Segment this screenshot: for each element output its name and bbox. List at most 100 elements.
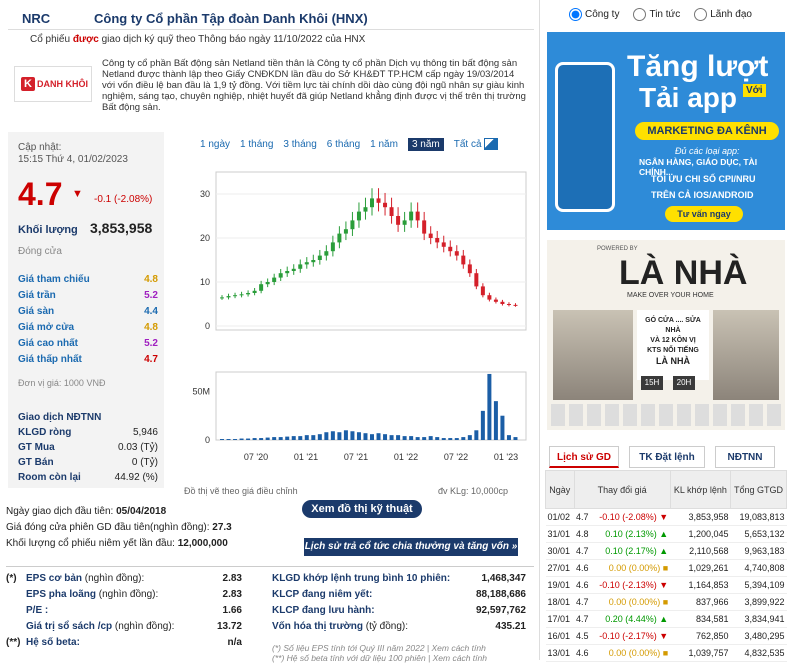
fin-right-row: KLCP đang lưu hành: 92,597,762	[272, 605, 526, 616]
volume-bar	[409, 436, 414, 440]
arrow-up-icon: ▲	[656, 529, 669, 539]
col-header: KL khớp lệnh	[669, 470, 732, 509]
fin-left-row: Giá trị sổ sách /cp (nghìn đồng): 13.72	[26, 621, 242, 632]
quote-row: Giá mở cửa 4.8	[18, 322, 158, 333]
eps-note[interactable]: (*) Số liệu EPS tính tới Quý III năm 202…	[272, 643, 486, 653]
flat-icon: ■	[660, 648, 669, 658]
table-row: 18/01 4.7 0.00 (0.00%) ■ 837,966 3,899,922	[545, 593, 787, 611]
history-tabs: Lịch sử GD TK Đặt lệnh NĐTNN	[549, 446, 785, 468]
candle	[252, 290, 257, 293]
candle	[506, 304, 511, 305]
candle	[317, 255, 322, 260]
volume-bar	[506, 435, 511, 440]
radio-input[interactable]	[569, 8, 582, 21]
period-2[interactable]: 3 tháng	[283, 139, 316, 150]
volume-bar	[454, 438, 459, 440]
financial-indicators: (*) EPS cơ bản (nghìn đồng): 2.83 EPS pha l…	[6, 566, 534, 663]
volume-bar	[265, 437, 270, 440]
col-header: Tổng GTGD	[730, 470, 787, 509]
volume-bar	[402, 436, 407, 440]
dividend-history-button[interactable]: Lịch sử trả cổ tức chia thưởng và tăng v…	[304, 538, 518, 556]
foreign-row: Giao dịch NĐTNN	[18, 412, 102, 423]
radio-0[interactable]: Công ty	[569, 8, 619, 21]
candle	[480, 286, 485, 296]
candle	[474, 273, 479, 287]
tab-2[interactable]: NĐTNN	[715, 446, 775, 468]
listing-info-row: Ngày giao dịch đầu tiên: 05/04/2018	[6, 506, 167, 517]
period-5[interactable]: 3 năm	[407, 138, 444, 151]
side-panel: Công ty Tin tức Lãnh đạo Tăng lượt Tải app…	[541, 0, 791, 662]
volume-label: Khối lượng	[18, 224, 78, 236]
close-label: Đóng cửa	[18, 246, 62, 257]
search-type-radios: Công ty Tin tức Lãnh đạo	[569, 8, 766, 21]
table-row: 17/01 4.7 0.20 (4.44%) ▲ 834,581 3,834,941	[545, 610, 787, 628]
candle	[441, 242, 446, 247]
candle	[291, 268, 296, 271]
flat-icon: ■	[660, 597, 669, 607]
company-name: Công ty Cổ phần Tập đoàn Danh Khôi (HNX)	[94, 11, 368, 26]
candle	[415, 211, 420, 221]
candle	[493, 299, 498, 302]
candle	[220, 297, 224, 299]
quote-row: Giá thấp nhất 4.7	[18, 354, 158, 365]
margin-note: Cổ phiếu được giao dịch ký quỹ theo Thôn…	[30, 34, 366, 45]
arrow-down-icon: ▼	[656, 512, 669, 522]
fin-right-row: KLCP đang niêm yết: 88,188,686	[272, 589, 526, 600]
candle	[454, 251, 459, 256]
candle	[226, 296, 231, 298]
candle	[383, 202, 388, 208]
price-tick: 30	[200, 189, 210, 199]
candle	[337, 233, 342, 243]
beta-note[interactable]: (**) Hệ số beta tính với dữ liệu 100 phi…	[272, 653, 487, 663]
company-description: Công ty cổ phần Bất động sản Netland tiề…	[102, 58, 526, 113]
foreign-row: Room còn lại 44.92 (%)	[18, 472, 158, 483]
foreign-row: GT Mua 0.03 (Tỷ)	[18, 442, 158, 453]
volume-bar	[356, 432, 361, 440]
candle	[233, 295, 238, 297]
candle	[396, 216, 401, 225]
chart-type-icon[interactable]	[484, 138, 498, 150]
ad-banner-lanha[interactable]: POWERED BY LÀ NHÀ MAKE OVER YOUR HOME GÓ…	[547, 240, 785, 430]
radio-2[interactable]: Lãnh đạo	[694, 8, 752, 21]
volume-bar	[343, 430, 348, 440]
fin-right-row: Vốn hóa thị trường (tỷ đồng): 435.21	[272, 621, 526, 632]
candle	[461, 255, 466, 265]
arrow-up-icon: ▲	[656, 614, 669, 624]
candle	[356, 211, 361, 221]
volume-bar	[480, 410, 485, 440]
table-row: 16/01 4.5 -0.10 (-2.17%) ▼ 762,850 3,480,295	[545, 627, 787, 645]
tab-0[interactable]: Lịch sử GD	[549, 446, 619, 468]
quote-row: Giá trần 5.2	[18, 290, 158, 301]
price-change: -0.1 (-2.08%)	[94, 194, 153, 205]
volume-bar	[448, 438, 453, 440]
period-6[interactable]: Tất cả	[454, 139, 482, 150]
period-4[interactable]: 1 năm	[370, 139, 398, 150]
volume-bar	[363, 433, 368, 440]
quote-row: Giá tham chiếu 4.8	[18, 274, 158, 285]
candle	[428, 233, 433, 238]
price-tick: 0	[205, 321, 210, 331]
period-1[interactable]: 1 tháng	[240, 139, 273, 150]
radio-input[interactable]	[694, 8, 708, 21]
tab-1[interactable]: TK Đặt lệnh	[629, 446, 705, 468]
candle	[343, 229, 348, 234]
volume-bar	[415, 437, 420, 440]
period-3[interactable]: 6 tháng	[327, 139, 360, 150]
candle	[285, 271, 290, 274]
period-0[interactable]: 1 ngày	[200, 139, 230, 150]
radio-1[interactable]: Tin tức	[633, 8, 680, 21]
ad-banner-app[interactable]: Tăng lượt Tải app Với MARKETING ĐA KÊNH …	[547, 32, 785, 230]
technical-chart-button[interactable]: Xem đồ thị kỹ thuật	[302, 500, 422, 518]
volume-bar	[435, 437, 440, 440]
candle	[513, 304, 518, 306]
volume-tick: 50M	[192, 386, 210, 396]
volume-bar	[461, 437, 466, 440]
volume-bar	[252, 438, 257, 440]
candle	[409, 211, 414, 221]
fin-left-row: (*) EPS cơ bản (nghìn đồng): 2.83	[6, 573, 242, 584]
x-tick: 01 '21	[294, 452, 318, 462]
stock-symbol: NRC	[22, 11, 51, 26]
current-price: 4.7	[18, 176, 63, 212]
radio-input[interactable]	[633, 8, 647, 21]
people-photo-right	[713, 310, 779, 400]
